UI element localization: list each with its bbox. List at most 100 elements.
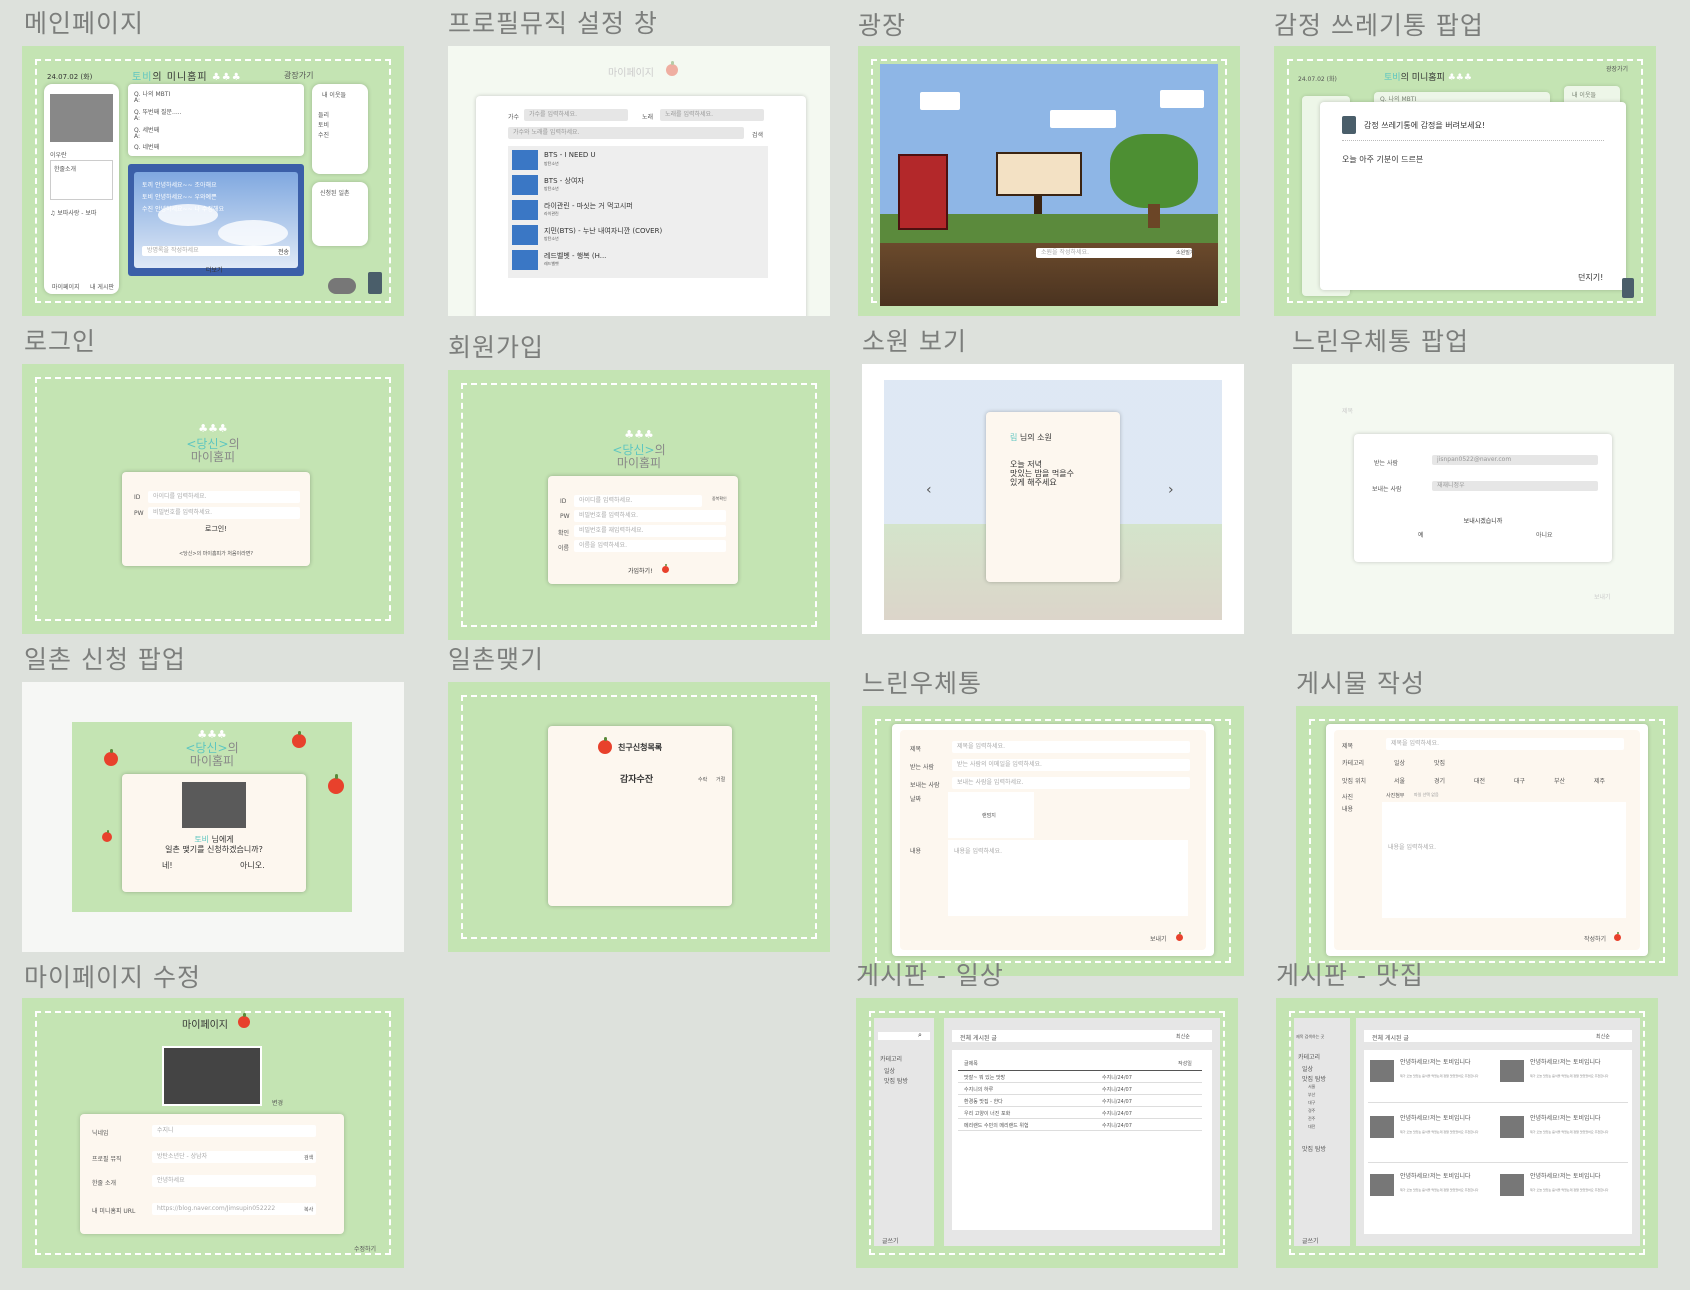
mail-sender-input[interactable]: 보내는 사람을 입력하세요. [952,777,1190,789]
cat-daily[interactable]: 일상 [1394,758,1405,767]
cat-food[interactable]: 맛집 탐방 [884,1076,908,1085]
search-icon[interactable]: ⌕ [918,1031,922,1040]
signup-pw-input[interactable]: 비밀번호를 입력하세요. [574,510,726,522]
date-picker[interactable]: 랜덤지 [948,792,1034,838]
attach-photo-button[interactable]: 사진첨부 [1386,792,1404,799]
write-button[interactable]: 글쓰기 [1302,1236,1319,1245]
food-card[interactable]: 안녕하세요!저는 토비입니다 [1400,1174,1480,1180]
loc-option[interactable]: 대전 [1474,776,1485,785]
cat-daily[interactable]: 일상 [884,1066,895,1075]
pw-input[interactable]: 비밀번호를 입력하세요. [148,507,300,519]
region-item[interactable]: 경주 [1308,1108,1315,1114]
signup-link[interactable]: <당신>의 마이홈피가 처음이라면? [122,550,310,557]
login-button[interactable]: 로그인! [122,524,310,534]
song-input[interactable]: 노래를 입력하세요. [660,109,764,121]
profile-photo[interactable] [162,1046,262,1106]
sort-select[interactable]: 최신순 [1596,1033,1610,1040]
song-item[interactable]: BTS - I NEED U [544,151,596,159]
id-input[interactable]: 아이디를 입력하세요. [148,491,300,503]
music-input[interactable]: 방탄소년단 - 상남자 [152,1151,316,1163]
next-arrow-icon[interactable]: › [1168,482,1174,498]
region-item[interactable]: 전주 [1308,1116,1315,1122]
profile-music[interactable]: ♫ 보따사랑 - 보따 [50,208,96,217]
change-photo-button[interactable]: 변경 [272,1098,283,1107]
cat-food[interactable]: 맛집 탐방 [1302,1074,1326,1083]
nick-input[interactable]: 수지니 [152,1125,316,1137]
plaza-link[interactable]: 광장가기 [284,70,313,81]
signup-name-input[interactable]: 이름을 입력하세요. [574,540,726,552]
post-row[interactable]: 맛잘~ 뭐 있는 맛방 [964,1074,1005,1081]
confirm-no[interactable]: 아니요 [1536,530,1553,539]
song-item[interactable]: 지민(BTS) - 누난 내여자니깐 (COVER) [544,226,662,236]
food-sidebar: 제목 검색하는 곳 카테고리 일상 맛집 탐방 서울 부산 대구 경주 전주 대… [1294,1018,1350,1246]
food-card[interactable]: 안녕하세요!저는 토비입니다 [1530,1060,1610,1066]
region-item[interactable]: 대전 [1308,1124,1315,1130]
song-item[interactable]: 라이관린 - 마싯는 거 먹고시퍼 [544,201,633,211]
trash-icon[interactable] [368,272,382,294]
copy-url-button[interactable]: 복사 [304,1206,313,1213]
prev-arrow-icon[interactable]: ‹ [926,482,932,498]
signup-id-input[interactable]: 아이디를 입력하세요. [574,495,702,507]
food-card[interactable]: 안녕하세요!저는 토비입니다 [1400,1116,1480,1122]
mail-title-input[interactable]: 제목을 입력하세요. [952,741,1190,753]
mail-recv-input[interactable]: 받는 사람의 이메일을 입력하세요. [952,759,1190,771]
ilchon-yes[interactable]: 네! [162,860,173,871]
wish-button[interactable]: 소원빌기 [1176,249,1194,256]
loc-option[interactable]: 제주 [1594,776,1605,785]
my-board-button[interactable]: 내 게시판 [90,282,114,291]
song-item[interactable]: 레드벨벳 - 행복 (H... [544,251,606,261]
food-card[interactable]: 안녕하세요!저는 토비입니다 [1530,1174,1610,1180]
accept-button[interactable]: 수락 [698,776,707,783]
loc-option[interactable]: 경기 [1434,776,1445,785]
cat-food-2[interactable]: 맛집 탐방 [1302,1144,1326,1153]
trash-text[interactable]: 오늘 아주 기분이 드르븐 [1342,154,1423,165]
guestbook-send[interactable]: 전송 [278,247,289,256]
save-button[interactable]: 수정하기 [354,1244,376,1253]
post-title-input[interactable]: 제목을 입력하세요. [1386,738,1624,750]
sidebar-search-input[interactable] [878,1032,930,1040]
write-button[interactable]: 글쓰기 [882,1236,899,1245]
region-item[interactable]: 대구 [1308,1100,1315,1106]
dup-check-button[interactable]: 중복확인 [712,496,727,502]
signup-button[interactable]: 가입하기! [628,566,653,575]
region-item[interactable]: 서울 [1308,1084,1315,1090]
confirm-yes[interactable]: 예 [1418,530,1424,539]
combined-input[interactable]: 가수와 노래를 입력하세요. [508,127,744,139]
food-search-input[interactable]: 제목 검색하는 곳 [1296,1034,1324,1040]
food-card[interactable]: 안녕하세요!저는 토비입니다 [1400,1060,1480,1066]
tree-icon[interactable] [1110,134,1198,208]
sort-select[interactable]: 최신순 [1176,1033,1190,1040]
singer-input[interactable]: 가수를 입력하세요. [524,109,628,121]
loc-option[interactable]: 부산 [1554,776,1565,785]
board-icon[interactable] [996,152,1082,196]
guestbook-more[interactable]: 더보기 [206,265,223,274]
post-row[interactable]: 메리랜드 수민의 메리랜드 위험 [964,1122,1029,1129]
loc-option[interactable]: 서울 [1394,776,1405,785]
post-content[interactable]: 내용을 입력하세요. [1382,802,1626,918]
intro-input[interactable]: 안녕하세요 [152,1175,316,1187]
post-row[interactable]: 환경동 맛집 - 한다 [964,1098,1003,1105]
search-button[interactable]: 검색 [752,130,763,139]
gamepad-icon[interactable] [328,278,356,294]
mypage-button[interactable]: 마이페이지 [52,282,80,291]
signup-confirm-input[interactable]: 비밀번호를 재입력하세요. [574,525,726,537]
throw-button[interactable]: 던지기! [1578,272,1603,283]
food-card[interactable]: 안녕하세요!저는 토비입니다 [1530,1116,1610,1122]
cat-daily[interactable]: 일상 [1302,1064,1313,1073]
mailbox-icon[interactable] [898,154,948,230]
post-row[interactable]: 우리 고양이 너진 포화 [964,1110,1010,1117]
post-submit-button[interactable]: 작성하기 [1584,934,1606,943]
loc-option[interactable]: 대구 [1514,776,1525,785]
wish-input[interactable]: 소원을 작성하세요. [1036,248,1192,258]
guestbook-input[interactable]: 방명록을 작성하세요 [142,246,290,256]
reject-button[interactable]: 거절 [716,776,725,783]
mail-send-button[interactable]: 보내기 [1150,934,1167,943]
post-row[interactable]: 수지니의 하루 [964,1086,993,1093]
cat-food[interactable]: 맛집 [1434,758,1445,767]
song-item[interactable]: BTS - 상여자 [544,176,584,186]
url-input[interactable]: https://blog.naver.com/Jimsupin052222 [152,1203,316,1215]
music-search-button[interactable]: 검색 [304,1154,313,1161]
mail-content[interactable]: 내용을 입력하세요. [948,840,1188,916]
ilchon-no[interactable]: 아니오. [240,860,265,871]
region-item[interactable]: 부산 [1308,1092,1315,1098]
